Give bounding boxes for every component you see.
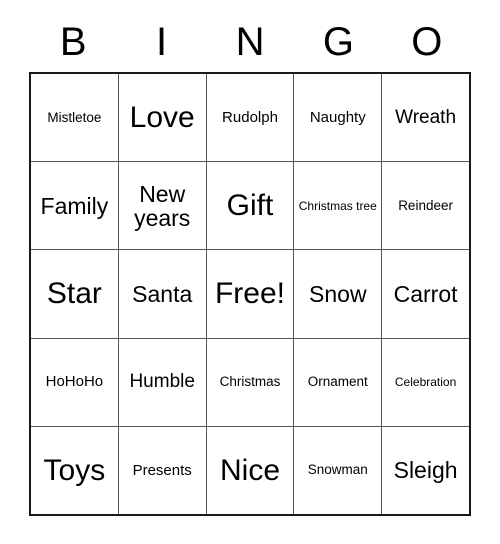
bingo-card: B I N G O Mistletoe Love Rudolph Naughty… (29, 12, 471, 516)
header-letter-g: G (322, 20, 354, 64)
bingo-row: Family New years Gift Christmas tree Rei… (31, 162, 469, 251)
header-letter-i: I (156, 20, 168, 64)
bingo-cell[interactable]: Celebration (382, 338, 469, 426)
bingo-cell[interactable]: Love (118, 74, 207, 162)
bingo-cell-label: Nice (219, 453, 280, 487)
bingo-cell-label: Free! (214, 277, 285, 311)
bingo-cell-label: HoHoHo (45, 373, 104, 391)
bingo-cell-label: New years (134, 180, 191, 231)
bingo-cell-label: Santa (132, 280, 193, 307)
bingo-cell-label: Presents (132, 461, 192, 479)
bingo-cell[interactable]: Sleigh (382, 426, 469, 515)
header-letter-o: O (411, 20, 443, 64)
bingo-cell-label: Christmas tree (298, 198, 377, 213)
bingo-cell-label: Naughty (309, 108, 366, 126)
bingo-cell[interactable]: Toys (31, 426, 119, 515)
bingo-cell-label: Toys (43, 453, 106, 487)
bingo-cell[interactable]: New years (118, 162, 207, 250)
bingo-cell[interactable]: Family (31, 162, 119, 250)
header-letter-n: N (235, 20, 265, 64)
bingo-cell-label: Mistletoe (47, 109, 102, 125)
bingo-row: Star Santa Free! Snow Carrot (31, 250, 469, 339)
bingo-cell[interactable]: Snowman (294, 426, 383, 515)
bingo-cell-label: Wreath (395, 106, 457, 128)
bingo-cell[interactable]: Christmas tree (294, 162, 383, 250)
bingo-cell-label: Carrot (393, 280, 458, 307)
bingo-grid: Mistletoe Love Rudolph Naughty Wreath Fa… (29, 72, 471, 516)
bingo-header: B I N G O (29, 12, 471, 72)
bingo-cell-label: Celebration (394, 374, 457, 389)
bingo-cell-label: Star (46, 277, 102, 311)
header-letter-b: B (59, 20, 87, 64)
bingo-cell-label: Snow (309, 280, 367, 307)
bingo-cell-label: Ornament (307, 374, 368, 390)
bingo-cell-free[interactable]: Free! (206, 250, 295, 338)
bingo-cell[interactable]: Reindeer (382, 162, 469, 250)
bingo-cell[interactable]: Mistletoe (31, 74, 119, 162)
bingo-cell[interactable]: Presents (118, 426, 207, 515)
bingo-cell[interactable]: Wreath (382, 74, 469, 162)
bingo-cell[interactable]: Star (31, 250, 119, 338)
bingo-cell-label: Sleigh (393, 457, 458, 484)
bingo-cell[interactable]: Carrot (382, 250, 469, 338)
bingo-cell[interactable]: Snow (294, 250, 383, 338)
bingo-row: Toys Presents Nice Snowman Sleigh (31, 426, 469, 515)
bingo-cell-label: Humble (129, 371, 195, 393)
bingo-cell[interactable]: Ornament (294, 338, 383, 426)
bingo-cell[interactable]: Rudolph (206, 74, 295, 162)
bingo-cell-label: Gift (226, 189, 274, 223)
bingo-cell[interactable]: Naughty (294, 74, 383, 162)
bingo-cell[interactable]: Santa (118, 250, 207, 338)
bingo-cell-label: Family (40, 192, 109, 219)
bingo-cell[interactable]: HoHoHo (31, 338, 119, 426)
bingo-cell-label: Snowman (307, 462, 368, 478)
bingo-cell-label: Rudolph (222, 108, 278, 126)
bingo-cell[interactable]: Christmas (206, 338, 295, 426)
bingo-cell-label: Reindeer (398, 197, 453, 213)
bingo-cell[interactable]: Humble (118, 338, 207, 426)
bingo-cell[interactable]: Gift (206, 162, 295, 250)
bingo-cell-label: Christmas (219, 374, 281, 390)
bingo-row: Mistletoe Love Rudolph Naughty Wreath (31, 74, 469, 163)
bingo-cell-label: Love (129, 100, 195, 134)
bingo-row: HoHoHo Humble Christmas Ornament Celebra… (31, 338, 469, 427)
bingo-cell[interactable]: Nice (206, 426, 295, 515)
